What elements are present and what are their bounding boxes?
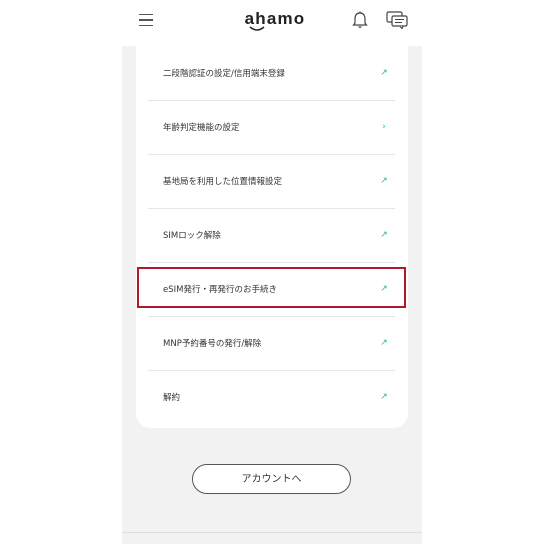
menu-item-mnp-reservation[interactable]: MNP予約番号の発行/解除 ↗ — [148, 316, 395, 371]
bell-icon[interactable] — [352, 11, 368, 29]
footer-divider — [122, 532, 422, 533]
hamburger-menu-icon[interactable] — [139, 14, 153, 27]
menu-item-label: 二段階認証の設定/信用端末登録 — [163, 69, 285, 79]
menu-item-age-verification[interactable]: 年齢判定機能の設定 › — [148, 100, 395, 155]
settings-card: 二段階認証の設定/信用端末登録 ↗ 年齢判定機能の設定 › 基地局を利用した位置… — [136, 46, 408, 428]
menu-item-label: SIMロック解除 — [163, 231, 221, 241]
menu-item-two-factor[interactable]: 二段階認証の設定/信用端末登録 ↗ — [148, 46, 395, 101]
external-link-icon: ↗ — [380, 338, 388, 348]
logo-smile-icon — [249, 26, 265, 31]
chat-bubbles-icon[interactable] — [386, 11, 408, 29]
menu-item-label: MNP予約番号の発行/解除 — [163, 339, 262, 349]
external-link-icon: ↗ — [380, 68, 388, 78]
app-header: ahamo — [122, 0, 422, 46]
menu-item-location-settings[interactable]: 基地局を利用した位置情報設定 ↗ — [148, 154, 395, 209]
highlight-box — [137, 267, 406, 308]
external-link-icon: ↗ — [380, 392, 388, 402]
menu-item-label: 基地局を利用した位置情報設定 — [163, 177, 283, 187]
external-link-icon: ↗ — [380, 230, 388, 240]
menu-item-cancel-contract[interactable]: 解約 ↗ — [148, 370, 395, 424]
account-button[interactable]: アカウントへ — [192, 464, 351, 494]
menu-item-sim-unlock[interactable]: SIMロック解除 ↗ — [148, 208, 395, 263]
chevron-right-icon: › — [382, 122, 386, 132]
menu-item-label: 年齢判定機能の設定 — [163, 123, 240, 133]
menu-item-label: 解約 — [163, 393, 181, 403]
external-link-icon: ↗ — [380, 176, 388, 186]
